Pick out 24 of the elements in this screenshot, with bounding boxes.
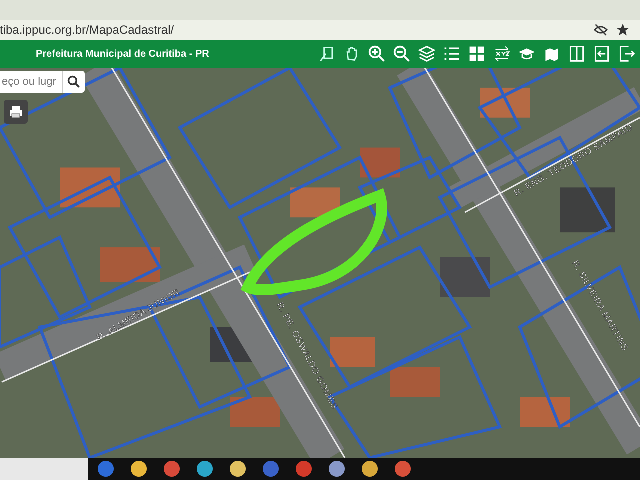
layers-icon[interactable] bbox=[416, 44, 438, 64]
printer-icon[interactable] bbox=[4, 100, 28, 124]
url-text: tiba.ippuc.org.br/MapaCadastral/ bbox=[0, 23, 174, 37]
house-roof bbox=[100, 248, 160, 282]
site-title: Prefeitura Municipal de Curitiba - PR bbox=[36, 48, 210, 60]
app-icon[interactable] bbox=[230, 461, 246, 477]
house-roof bbox=[330, 337, 375, 368]
house-roof bbox=[390, 367, 440, 398]
house-roof bbox=[560, 188, 615, 233]
star-icon[interactable] bbox=[616, 23, 630, 37]
search-field[interactable]: eço ou lugr bbox=[0, 71, 62, 93]
app-icon[interactable] bbox=[164, 461, 180, 477]
app-icon[interactable] bbox=[395, 461, 411, 477]
house-roof bbox=[290, 188, 340, 218]
house-roof bbox=[230, 397, 280, 428]
app-icon[interactable] bbox=[329, 461, 345, 477]
app-icon[interactable] bbox=[362, 461, 378, 477]
app-icon[interactable] bbox=[131, 461, 147, 477]
search-icon[interactable] bbox=[62, 71, 85, 93]
address-bar[interactable]: tiba.ippuc.org.br/MapaCadastral/ bbox=[0, 20, 640, 40]
house-roof bbox=[520, 397, 570, 428]
eye-off-icon[interactable] bbox=[594, 23, 608, 37]
app-icon[interactable] bbox=[197, 461, 213, 477]
house-roof bbox=[440, 258, 490, 298]
